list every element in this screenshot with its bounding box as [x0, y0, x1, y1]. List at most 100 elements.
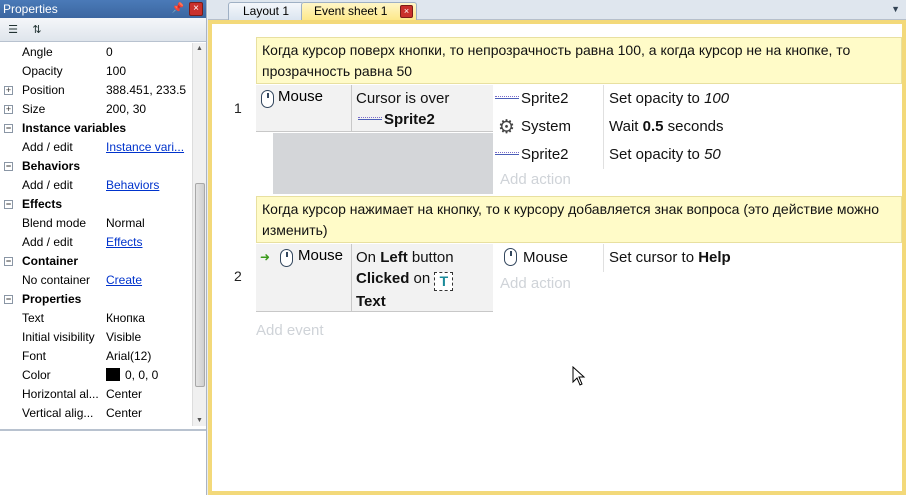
property-row[interactable]: Add / edit Instance vari... — [0, 138, 192, 157]
property-category[interactable]: − Instance variables — [0, 119, 192, 138]
condition-object-name: Mouse — [278, 88, 324, 105]
event-sheet: Когда курсор поверх кнопки, то непрозрач… — [212, 24, 902, 491]
collapse-icon[interactable]: − — [4, 257, 13, 266]
property-key: Opacity — [22, 64, 63, 78]
property-row[interactable]: Vertical alig... Center — [0, 404, 192, 423]
app-window: Properties 📌 × ☰ ⇅ Angle 0 Opacity 100 + Posi… — [0, 0, 906, 495]
sort-alphabetical-icon[interactable]: ⇅ — [28, 21, 46, 39]
color-swatch[interactable] — [106, 368, 120, 381]
close-tab-icon[interactable]: × — [400, 5, 413, 18]
property-value[interactable]: Center — [106, 404, 142, 423]
property-value[interactable]: 388.451, 233.5 — [106, 81, 186, 100]
add-action-link[interactable]: Add action — [500, 275, 571, 292]
action-text: Set cursor to Help — [609, 249, 731, 266]
property-row[interactable]: Add / edit Effects — [0, 233, 192, 252]
property-row[interactable]: Blend mode Normal — [0, 214, 192, 233]
property-row[interactable]: Angle 0 — [0, 43, 192, 62]
property-row[interactable]: Add / edit Behaviors — [0, 176, 192, 195]
add-event-link[interactable]: Add event — [256, 322, 324, 339]
property-value-text: Center — [106, 406, 143, 420]
event-comment[interactable]: Когда курсор поверх кнопки, то непрозрач… — [256, 37, 902, 84]
property-category[interactable]: − Effects — [0, 195, 192, 214]
property-key: Angle — [22, 45, 53, 59]
property-row[interactable]: + Position 388.451, 233.5 — [0, 81, 192, 100]
property-value[interactable]: Effects — [106, 233, 142, 252]
property-value-text: 0 — [106, 45, 113, 59]
condition-row[interactable]: Mouse Cursor is over Sprite2 — [256, 85, 493, 132]
property-key: Add / edit — [22, 178, 73, 192]
property-value-text: 100 — [106, 64, 127, 78]
categorized-view-icon[interactable]: ☰ — [4, 21, 22, 39]
property-key: Position — [22, 83, 65, 97]
property-value[interactable]: Create — [106, 271, 142, 290]
property-row[interactable]: Text Кнопка — [0, 309, 192, 328]
tab-list-dropdown-icon[interactable]: ▼ — [891, 4, 900, 14]
property-key: Add / edit — [22, 235, 73, 249]
properties-panel: Properties 📌 × ☰ ⇅ Angle 0 Opacity 100 + Posi… — [0, 0, 207, 495]
condition-row[interactable]: ➜ Mouse On Left button Clicked on T Text — [256, 244, 493, 312]
property-link[interactable]: Behaviors — [106, 178, 159, 192]
property-link[interactable]: Create — [106, 273, 142, 287]
property-grid-scrollbar[interactable]: ▲ ▼ — [192, 43, 206, 426]
property-value[interactable]: Visible — [106, 328, 141, 347]
property-link[interactable]: Effects — [106, 235, 142, 249]
property-value-text: Visible — [106, 330, 142, 344]
expand-icon[interactable]: + — [4, 86, 13, 95]
collapse-icon[interactable]: − — [4, 124, 13, 133]
property-row[interactable]: No container Create — [0, 271, 192, 290]
property-category[interactable]: − Behaviors — [0, 157, 192, 176]
scroll-up-icon[interactable]: ▲ — [196, 45, 203, 52]
action-column-divider — [603, 85, 604, 169]
collapse-icon[interactable]: − — [4, 200, 13, 209]
mouse-pointer-icon — [572, 366, 586, 386]
tab-event-sheet-1[interactable]: Event sheet 1 × — [301, 2, 417, 20]
mouse-icon — [261, 90, 274, 108]
property-row[interactable]: Color 0, 0, 0 — [0, 366, 192, 385]
property-row[interactable]: Opacity 100 — [0, 62, 192, 81]
property-link[interactable]: Instance vari... — [106, 140, 184, 154]
property-value-text: Кнопка — [106, 311, 145, 325]
property-value[interactable]: Behaviors — [106, 176, 159, 195]
property-value[interactable]: Normal — [106, 214, 145, 233]
property-row[interactable]: Horizontal al... Center — [0, 385, 192, 404]
gear-icon: ⚙ — [498, 116, 516, 138]
tab-layout-1[interactable]: Layout 1 — [228, 2, 304, 20]
event-comment[interactable]: Когда курсор нажимает на кнопку, то к ку… — [256, 196, 902, 243]
property-value[interactable]: 0, 0, 0 — [106, 366, 158, 385]
property-key: Vertical alig... — [22, 406, 94, 420]
property-value[interactable]: Instance vari... — [106, 138, 184, 157]
property-value[interactable]: 100 — [106, 62, 126, 81]
scroll-down-icon[interactable]: ▼ — [196, 417, 203, 424]
sprite-icon — [495, 152, 519, 155]
property-description-area — [0, 429, 206, 495]
event-empty-area — [273, 133, 493, 194]
property-key: Horizontal al... — [22, 387, 99, 401]
property-value[interactable]: Arial(12) — [106, 347, 151, 366]
property-value[interactable]: 0 — [106, 43, 113, 62]
property-row[interactable]: + Size 200, 30 — [0, 100, 192, 119]
property-value[interactable]: Кнопка — [106, 309, 145, 328]
property-row[interactable]: Font Arial(12) — [0, 347, 192, 366]
action-object: Sprite2 — [521, 90, 569, 107]
property-value-text: Normal — [106, 216, 145, 230]
action-text: Set opacity to 100 — [609, 90, 730, 107]
property-row[interactable]: Initial visibility Visible — [0, 328, 192, 347]
mouse-icon — [280, 249, 293, 267]
property-grid: Angle 0 Opacity 100 + Position 388.451, 233.5 +… — [0, 43, 192, 426]
condition-text: Cursor is over Sprite2 — [356, 88, 449, 130]
condition-text: On Left button Clicked on T Text — [356, 249, 454, 310]
close-icon[interactable]: × — [189, 2, 203, 16]
document-tab-strip: Layout 1 Event sheet 1 × ▼ — [208, 0, 906, 20]
category-label: Instance variables — [22, 121, 127, 135]
property-value[interactable]: Center — [106, 385, 142, 404]
scrollbar-thumb[interactable] — [195, 183, 205, 387]
property-value-text: Arial(12) — [106, 349, 152, 363]
property-value[interactable]: 200, 30 — [106, 100, 146, 119]
collapse-icon[interactable]: − — [4, 162, 13, 171]
expand-icon[interactable]: + — [4, 105, 13, 114]
pin-icon[interactable]: 📌 — [172, 0, 184, 18]
collapse-icon[interactable]: − — [4, 295, 13, 304]
property-category[interactable]: − Properties — [0, 290, 192, 309]
add-action-link[interactable]: Add action — [500, 171, 571, 188]
property-category[interactable]: − Container — [0, 252, 192, 271]
